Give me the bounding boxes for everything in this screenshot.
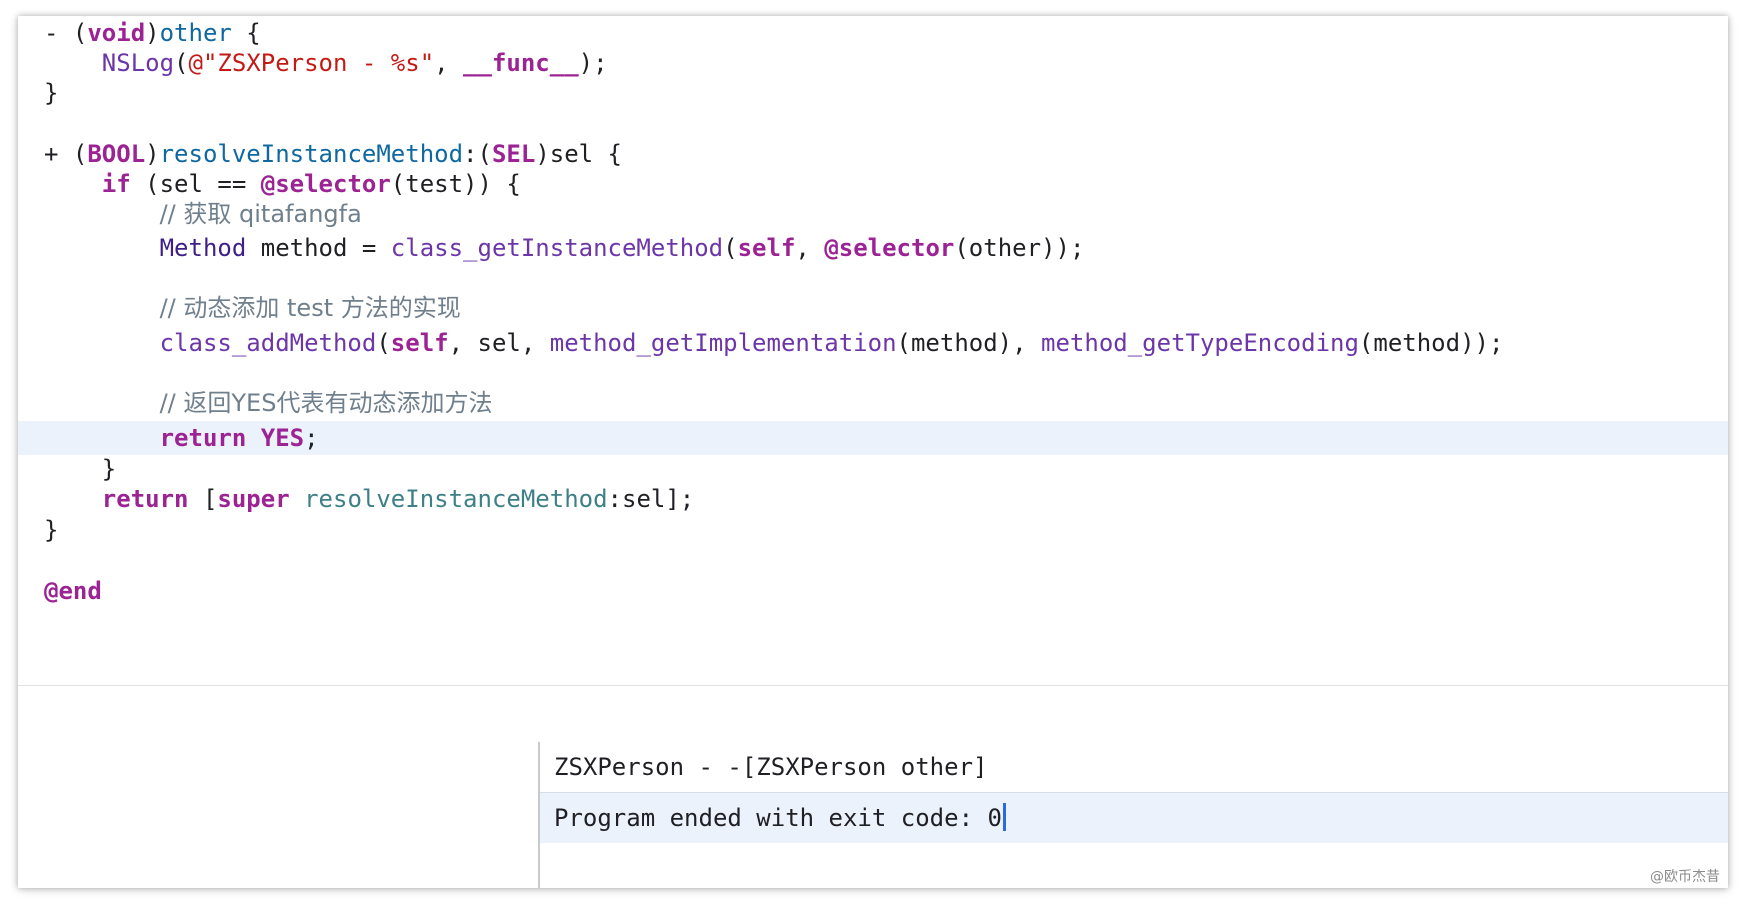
code-token: return	[101, 485, 189, 513]
code-token: resolveInstanceMethod	[304, 485, 608, 513]
code-token: [	[188, 485, 218, 513]
console-view[interactable]: ZSXPerson - -[ZSXPerson other] Program e…	[540, 742, 1728, 888]
code-token: resolveInstanceMethod	[159, 140, 464, 168]
code-token: @selector	[824, 234, 955, 262]
code-line[interactable]: }	[18, 452, 1728, 486]
console-output-line: ZSXPerson - -[ZSXPerson other]	[540, 742, 1728, 793]
text-caret	[1002, 803, 1006, 831]
code-token: class_getInstanceMethod	[390, 234, 724, 262]
code-line[interactable]: }	[18, 76, 1728, 110]
code-token: ,	[795, 234, 825, 262]
code-token: other	[159, 19, 232, 47]
code-token: class_addMethod	[159, 329, 377, 357]
console-exit-line[interactable]: Program ended with exit code: 0	[540, 793, 1728, 843]
code-line[interactable]: if (sel == @selector(test)) {	[18, 167, 1728, 201]
code-token: BOOL	[87, 140, 146, 168]
code-token: (test)) {	[390, 170, 521, 198]
variables-view[interactable]	[18, 742, 540, 888]
code-token: ;	[304, 424, 319, 452]
code-token: (	[376, 329, 391, 357]
code-token: )	[145, 140, 160, 168]
code-token: method_getImplementation	[549, 329, 897, 357]
console-output-text: ZSXPerson - -[ZSXPerson other]	[554, 753, 988, 781]
code-token: )sel {	[535, 140, 623, 168]
code-token: @end	[44, 577, 102, 605]
code-token: + (	[44, 140, 88, 168]
code-line[interactable]	[18, 261, 1728, 295]
code-token: (method),	[896, 329, 1042, 357]
code-token: (	[174, 49, 189, 77]
console-exit-text: Program ended with exit code: 0	[554, 804, 1002, 832]
code-line[interactable]: // 返回YES代表有动态添加方法	[18, 386, 1728, 420]
code-token: return	[159, 424, 247, 452]
code-line[interactable]: // 动态添加 test 方法的实现	[18, 291, 1728, 325]
code-token: }	[44, 79, 59, 107]
code-token: NSLog	[101, 49, 175, 77]
xcode-window: - (void)other { NSLog(@"ZSXPerson - %s",…	[18, 16, 1728, 888]
code-token: self	[390, 329, 449, 357]
code-token: :sel];	[607, 485, 695, 513]
code-line[interactable]: NSLog(@"ZSXPerson - %s", __func__);	[18, 46, 1728, 80]
code-token: method_getTypeEncoding	[1041, 329, 1359, 357]
code-line[interactable]: - (void)other {	[18, 16, 1728, 50]
code-line[interactable]: @end	[18, 574, 1728, 608]
code-line[interactable]	[18, 356, 1728, 390]
code-token: // 获取 qitafangfa	[159, 200, 362, 228]
code-token: YES	[260, 424, 305, 452]
code-token: , sel,	[448, 329, 550, 357]
code-line[interactable]	[18, 106, 1728, 140]
code-token: );	[578, 49, 608, 77]
code-token: :(	[463, 140, 492, 168]
code-token: }	[44, 455, 117, 483]
code-token: }	[44, 516, 59, 544]
code-token: if	[101, 170, 131, 198]
code-token: (	[723, 234, 738, 262]
code-line[interactable]: Method method = class_getInstanceMethod(…	[18, 231, 1728, 265]
code-token: method =	[246, 234, 391, 262]
code-token: self	[737, 234, 796, 262]
code-line-current[interactable]: return YES;	[18, 421, 1728, 455]
code-token: (sel ==	[130, 170, 261, 198]
code-token: {	[231, 19, 261, 47]
code-token: void	[87, 19, 146, 47]
debug-bar	[18, 685, 1728, 743]
code-line[interactable]	[18, 544, 1728, 578]
code-line[interactable]: // 获取 qitafangfa	[18, 197, 1728, 231]
code-token: ,	[434, 49, 464, 77]
code-token: super	[217, 485, 290, 513]
code-line[interactable]: class_addMethod(self, sel, method_getImp…	[18, 326, 1728, 360]
code-token: __func__	[463, 49, 579, 77]
code-line[interactable]: }	[18, 513, 1728, 547]
source-editor[interactable]: - (void)other { NSLog(@"ZSXPerson - %s",…	[18, 16, 1728, 685]
code-line[interactable]: return [super resolveInstanceMethod:sel]…	[18, 482, 1728, 516]
code-token: // 返回YES代表有动态添加方法	[159, 389, 493, 417]
code-token: // 动态添加 test 方法的实现	[159, 294, 461, 322]
code-token: Method	[159, 234, 247, 262]
watermark: @欧币杰昔	[1650, 869, 1720, 885]
code-token: @selector	[260, 170, 391, 198]
code-token: )	[145, 19, 160, 47]
code-line[interactable]: + (BOOL)resolveInstanceMethod:(SEL)sel {	[18, 137, 1728, 171]
code-token: @"ZSXPerson - %s"	[188, 49, 435, 77]
code-token: - (	[44, 19, 88, 47]
code-token: SEL	[491, 140, 536, 168]
code-token: (method));	[1358, 329, 1504, 357]
code-token: (other));	[954, 234, 1085, 262]
debug-area: ZSXPerson - -[ZSXPerson other] Program e…	[18, 742, 1728, 888]
